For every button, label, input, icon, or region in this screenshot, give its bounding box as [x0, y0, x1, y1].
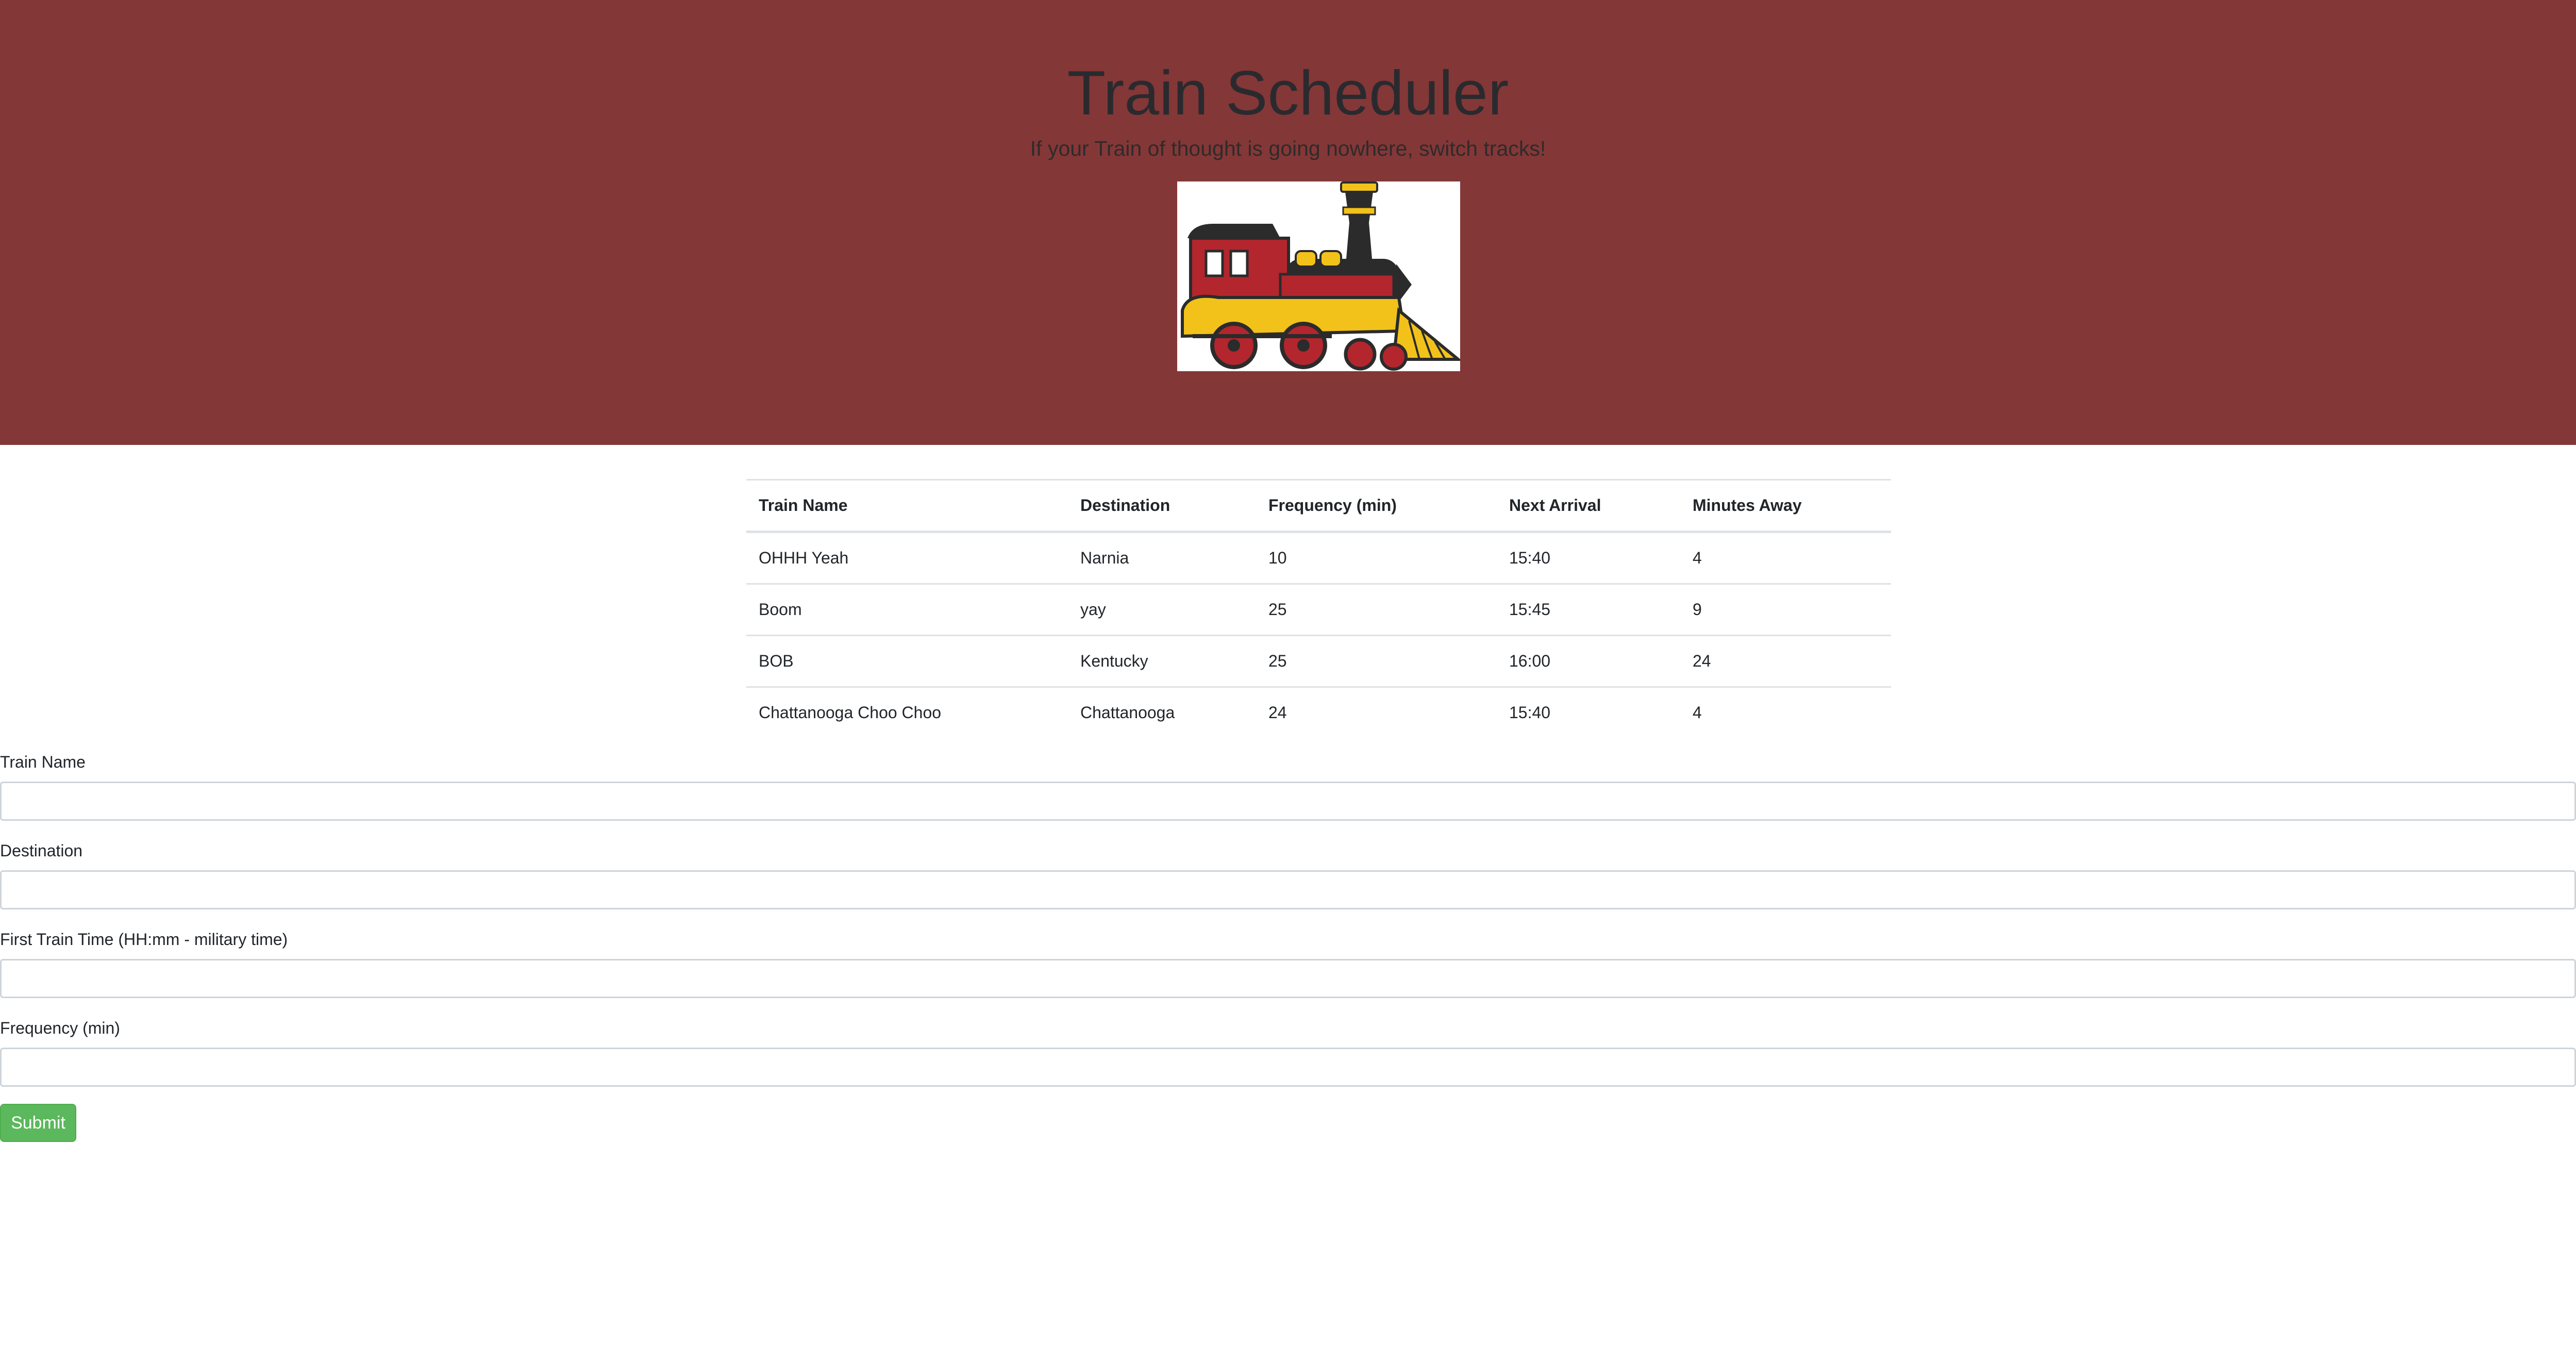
page-title: Train Scheduler [1067, 58, 1509, 128]
schedule-table-container: Train Name Destination Frequency (min) N… [746, 479, 1891, 738]
column-header-destination: Destination [1068, 479, 1256, 533]
cell-next-arrival: 15:40 [1497, 531, 1680, 584]
train-name-input[interactable] [0, 782, 2576, 821]
train-image [1177, 181, 1460, 371]
cell-frequency: 25 [1256, 583, 1497, 636]
frequency-label: Frequency (min) [0, 1019, 120, 1037]
destination-input[interactable] [0, 870, 2576, 909]
destination-label: Destination [0, 841, 83, 860]
cell-destination: yay [1068, 583, 1256, 636]
cell-destination: Chattanooga [1068, 686, 1256, 738]
column-header-frequency: Frequency (min) [1256, 479, 1497, 533]
form-group-train-name: Train Name [0, 745, 2576, 834]
table-row: Boom yay 25 15:45 9 [746, 583, 1891, 636]
cell-destination: Kentucky [1068, 635, 1256, 687]
table-row: Chattanooga Choo Choo Chattanooga 24 15:… [746, 686, 1891, 738]
submit-button[interactable]: Submit [0, 1104, 76, 1142]
schedule-table: Train Name Destination Frequency (min) N… [746, 479, 1891, 738]
cell-minutes-away: 9 [1680, 583, 1891, 636]
add-train-form: Train Name Destination First Train Time … [0, 745, 2576, 1100]
cell-train-name: Chattanooga Choo Choo [746, 686, 1068, 738]
header-jumbotron: Train Scheduler If your Train of thought… [0, 0, 2576, 445]
table-header-row: Train Name Destination Frequency (min) N… [746, 479, 1891, 533]
cell-frequency: 10 [1256, 531, 1497, 584]
first-train-time-label: First Train Time (HH:mm - military time) [0, 930, 288, 949]
column-header-next-arrival: Next Arrival [1497, 479, 1680, 533]
first-train-time-input[interactable] [0, 959, 2576, 998]
train-name-label: Train Name [0, 753, 86, 771]
cell-train-name: Boom [746, 583, 1068, 636]
cell-train-name: BOB [746, 635, 1068, 687]
cell-next-arrival: 15:45 [1497, 583, 1680, 636]
cell-minutes-away: 24 [1680, 635, 1891, 687]
form-group-destination: Destination [0, 834, 2576, 923]
table-row: BOB Kentucky 25 16:00 24 [746, 635, 1891, 687]
cell-next-arrival: 16:00 [1497, 635, 1680, 687]
form-group-first-train-time: First Train Time (HH:mm - military time) [0, 923, 2576, 1012]
frequency-input[interactable] [0, 1048, 2576, 1087]
column-header-minutes-away: Minutes Away [1680, 479, 1891, 533]
cell-minutes-away: 4 [1680, 531, 1891, 584]
cell-minutes-away: 4 [1680, 686, 1891, 738]
page-subtitle: If your Train of thought is going nowher… [1030, 137, 1546, 160]
form-group-frequency: Frequency (min) [0, 1012, 2576, 1100]
cell-frequency: 25 [1256, 635, 1497, 687]
steam-locomotive-icon [1177, 181, 1460, 371]
cell-train-name: OHHH Yeah [746, 531, 1068, 584]
cell-destination: Narnia [1068, 531, 1256, 584]
cell-next-arrival: 15:40 [1497, 686, 1680, 738]
cell-frequency: 24 [1256, 686, 1497, 738]
column-header-train-name: Train Name [746, 479, 1068, 533]
table-row: OHHH Yeah Narnia 10 15:40 4 [746, 531, 1891, 584]
